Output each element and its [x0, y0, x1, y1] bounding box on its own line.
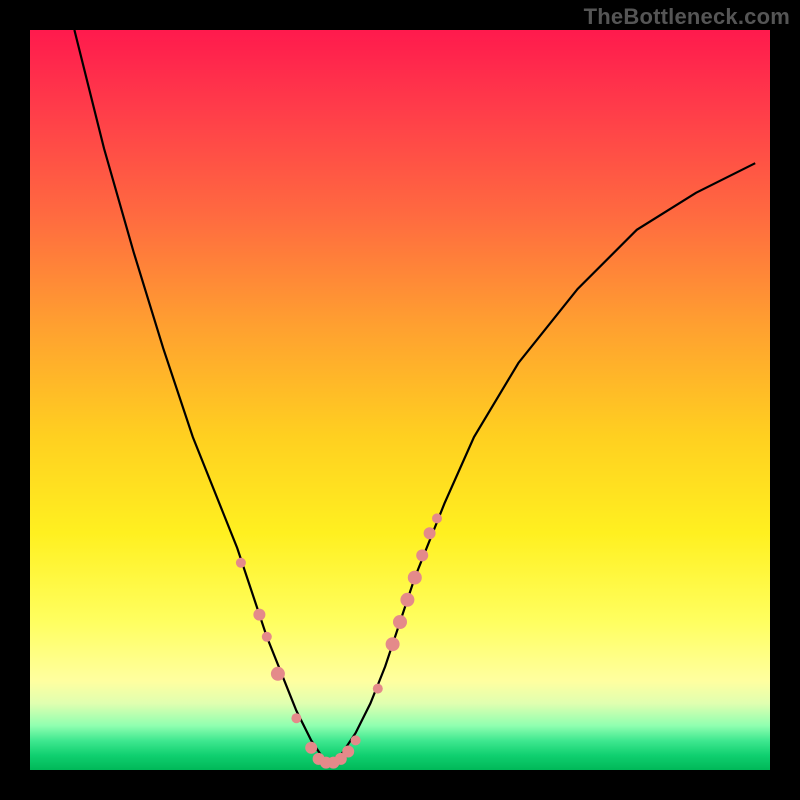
watermark-text: TheBottleneck.com	[584, 4, 790, 30]
data-point	[393, 615, 407, 629]
data-point	[262, 632, 272, 642]
data-point	[400, 593, 414, 607]
data-point	[351, 735, 361, 745]
data-point	[424, 527, 436, 539]
data-point	[408, 571, 422, 585]
curve-left-branch	[74, 30, 326, 763]
data-point	[342, 746, 354, 758]
data-point	[253, 609, 265, 621]
chart-canvas: TheBottleneck.com	[0, 0, 800, 800]
data-point	[373, 684, 383, 694]
curve-svg	[30, 30, 770, 770]
data-point	[305, 742, 317, 754]
data-point	[291, 713, 301, 723]
data-points-group	[236, 513, 442, 768]
plot-area	[30, 30, 770, 770]
data-point	[386, 637, 400, 651]
curve-right-branch	[326, 163, 755, 762]
data-point	[416, 549, 428, 561]
data-point	[271, 667, 285, 681]
data-point	[432, 513, 442, 523]
data-point	[236, 558, 246, 568]
